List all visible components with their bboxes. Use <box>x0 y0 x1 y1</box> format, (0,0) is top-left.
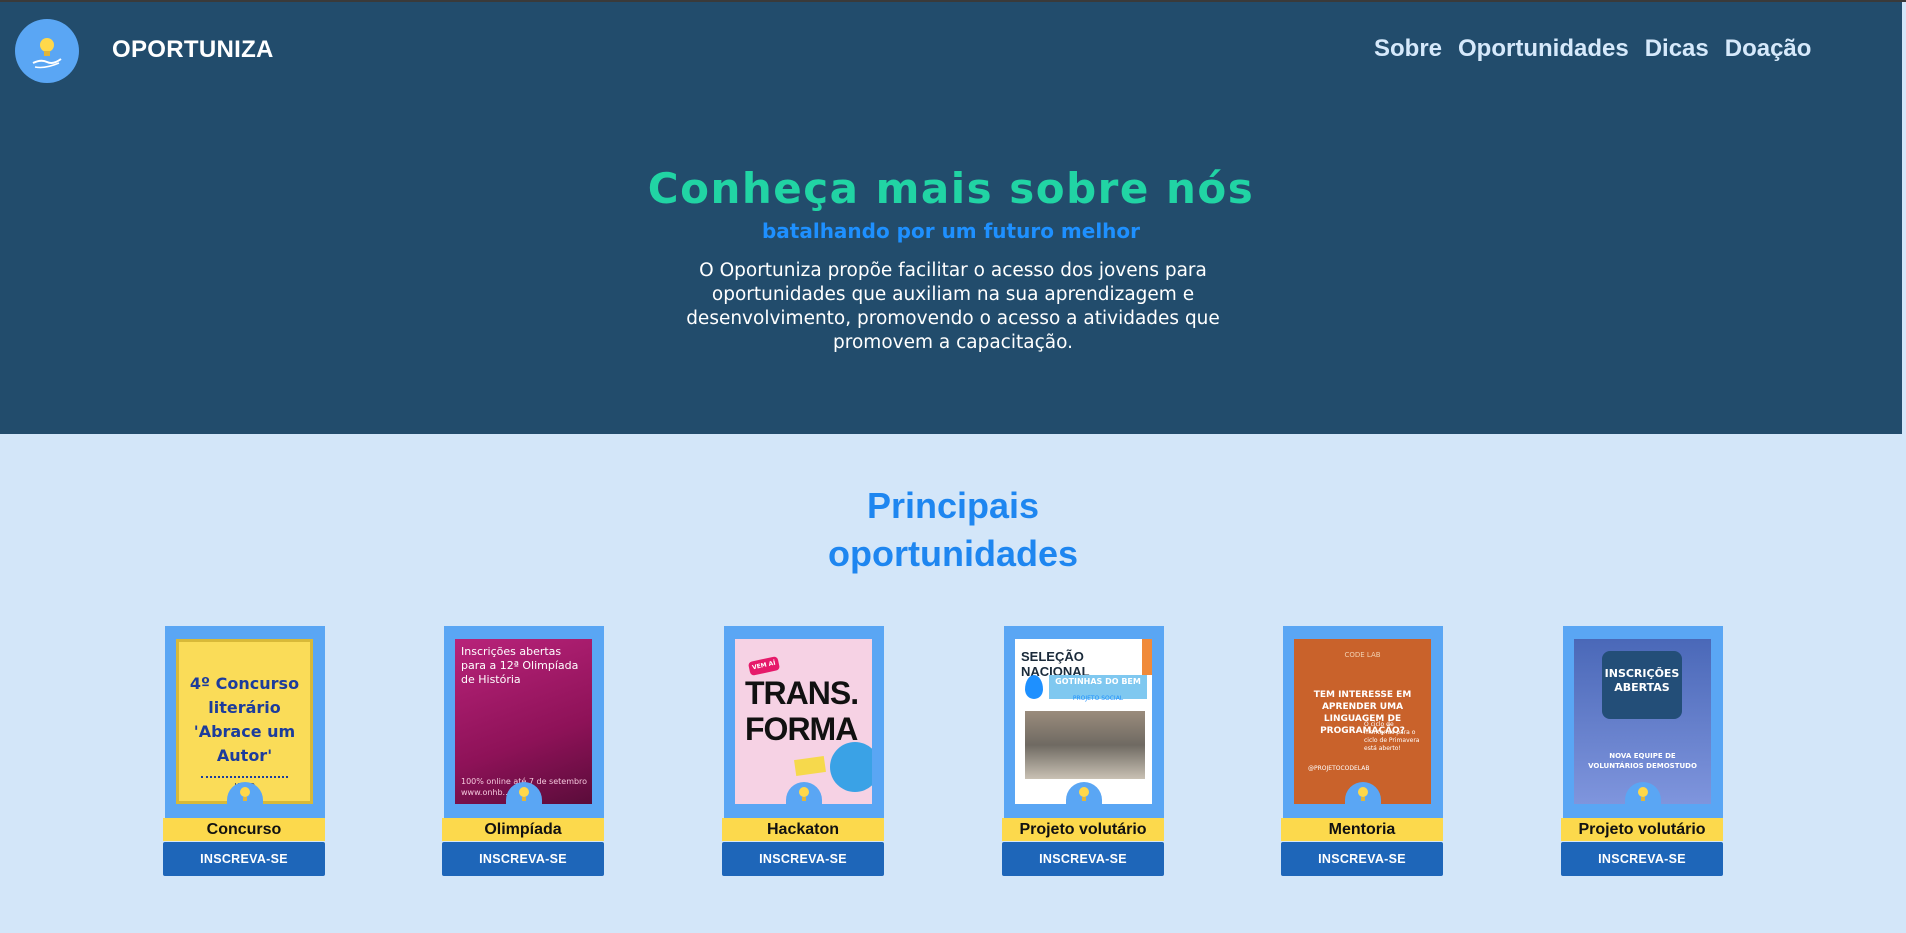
card-label: Concurso <box>163 818 325 841</box>
subscribe-button[interactable]: INSCREVA-SE <box>722 842 884 876</box>
section-title-line2: oportunidades <box>828 533 1078 574</box>
hero-right-edge <box>1902 2 1906 434</box>
poster-photo <box>1025 711 1145 779</box>
nav-link-dicas[interactable]: Dicas <box>1645 35 1709 67</box>
hero-description: O Oportuniza propõe facilitar o acesso d… <box>686 260 1220 353</box>
poster-title: 4º Concurso literário 'Abrace um Autor' <box>189 674 300 765</box>
poster-subtitle: NOVA EQUIPE DE VOLUNTÁRIOS DEMOSTUDO <box>1588 752 1697 770</box>
card-poster[interactable]: INSCRIÇÕES ABERTAS NOVA EQUIPE DE VOLUNT… <box>1574 639 1711 804</box>
poster-stamp-decoration <box>794 755 826 777</box>
opportunity-card-projeto-voluntario-1: SELEÇÃO NACIONAL GOTINHAS DO BEM PROJETO… <box>1002 626 1164 876</box>
poster-subtitle: O ciclo de mentorias para o ciclo de Pri… <box>1364 721 1420 752</box>
subscribe-button[interactable]: INSCREVA-SE <box>163 842 325 876</box>
hero-section: OPORTUNIZA Sobre Oportunidades Dicas Doa… <box>0 2 1902 434</box>
section-title-line1: Principais <box>866 485 1040 526</box>
lightbulb-icon <box>1079 787 1089 801</box>
opportunity-card-hackaton: VEM AÍ TRANS. FORMA Hackaton INSCREVA-SE <box>722 626 884 876</box>
lightbulb-icon <box>799 787 809 801</box>
opportunity-card-olimpiada: Inscrições abertas para a 12ª Olimpíada … <box>442 626 604 876</box>
opportunity-card-projeto-voluntario-2: INSCRIÇÕES ABERTAS NOVA EQUIPE DE VOLUNT… <box>1561 626 1723 876</box>
card-frame: VEM AÍ TRANS. FORMA <box>724 626 884 818</box>
card-frame: 4º Concurso literário 'Abrace um Autor' … <box>165 626 325 818</box>
logo[interactable] <box>15 19 79 83</box>
subscribe-button[interactable]: INSCREVA-SE <box>1002 842 1164 876</box>
card-frame: CODE LAB TEM INTERESSE EM APRENDER UMA L… <box>1283 626 1443 818</box>
poster-pill: VEM AÍ <box>747 656 781 676</box>
poster-title: TRANS. FORMA <box>745 675 859 747</box>
nav-link-oportunidades[interactable]: Oportunidades <box>1458 35 1629 67</box>
lightbulb-hand-icon <box>32 38 62 69</box>
card-badge <box>1066 782 1102 818</box>
card-badge <box>1625 782 1661 818</box>
section-title: Principais oportunidades <box>0 482 1906 578</box>
main-nav: Sobre Oportunidades Dicas Doação <box>1374 35 1811 67</box>
poster-circle-decoration <box>830 742 872 792</box>
poster-title: Inscrições abertas para a 12ª Olimpíada … <box>461 645 579 686</box>
card-frame: INSCRIÇÕES ABERTAS NOVA EQUIPE DE VOLUNT… <box>1563 626 1723 818</box>
poster-subtitle-2: PROJETO SOCIAL <box>1072 695 1124 702</box>
card-poster[interactable]: VEM AÍ TRANS. FORMA <box>735 639 872 804</box>
card-label: Hackaton <box>722 818 884 841</box>
card-badge <box>227 782 263 818</box>
card-frame: SELEÇÃO NACIONAL GOTINHAS DO BEM PROJETO… <box>1004 626 1164 818</box>
card-frame: Inscrições abertas para a 12ª Olimpíada … <box>444 626 604 818</box>
lightbulb-icon <box>519 787 529 801</box>
brand-name[interactable]: OPORTUNIZA <box>112 36 274 64</box>
card-label: Olimpíada <box>442 818 604 841</box>
lightbulb-icon <box>1358 787 1368 801</box>
card-poster[interactable]: 4º Concurso literário 'Abrace um Autor' … <box>176 639 313 804</box>
card-label: Projeto volutário <box>1002 818 1164 841</box>
lightbulb-icon <box>240 787 250 801</box>
card-poster[interactable]: CODE LAB TEM INTERESSE EM APRENDER UMA L… <box>1294 639 1431 804</box>
card-label: Mentoria <box>1281 818 1443 841</box>
card-poster[interactable]: SELEÇÃO NACIONAL GOTINHAS DO BEM PROJETO… <box>1015 639 1152 804</box>
poster-title: INSCRIÇÕES ABERTAS <box>1604 667 1680 694</box>
subscribe-button[interactable]: INSCREVA-SE <box>442 842 604 876</box>
poster-top-label: CODE LAB <box>1344 651 1381 659</box>
opportunity-card-concurso: 4º Concurso literário 'Abrace um Autor' … <box>163 626 325 876</box>
hero-subtitle: batalhando por um futuro melhor <box>761 219 1141 243</box>
nav-link-doacao[interactable]: Doação <box>1725 35 1812 67</box>
poster-corner-decoration <box>1142 639 1152 675</box>
poster-divider <box>201 776 288 778</box>
card-badge <box>1345 782 1381 818</box>
opportunity-card-mentoria: CODE LAB TEM INTERESSE EM APRENDER UMA L… <box>1281 626 1443 876</box>
card-label: Projeto volutário <box>1561 818 1723 841</box>
card-poster[interactable]: Inscrições abertas para a 12ª Olimpíada … <box>455 639 592 804</box>
nav-link-sobre[interactable]: Sobre <box>1374 35 1442 67</box>
poster-handle: @PROJETOCODELAB <box>1308 765 1370 772</box>
subscribe-button[interactable]: INSCREVA-SE <box>1281 842 1443 876</box>
lightbulb-icon <box>1638 787 1648 801</box>
hero-title: Conheça mais sobre nós <box>647 164 1255 213</box>
card-badge <box>786 782 822 818</box>
card-badge <box>506 782 542 818</box>
subscribe-button[interactable]: INSCREVA-SE <box>1561 842 1723 876</box>
water-drop-icon <box>1025 675 1043 699</box>
